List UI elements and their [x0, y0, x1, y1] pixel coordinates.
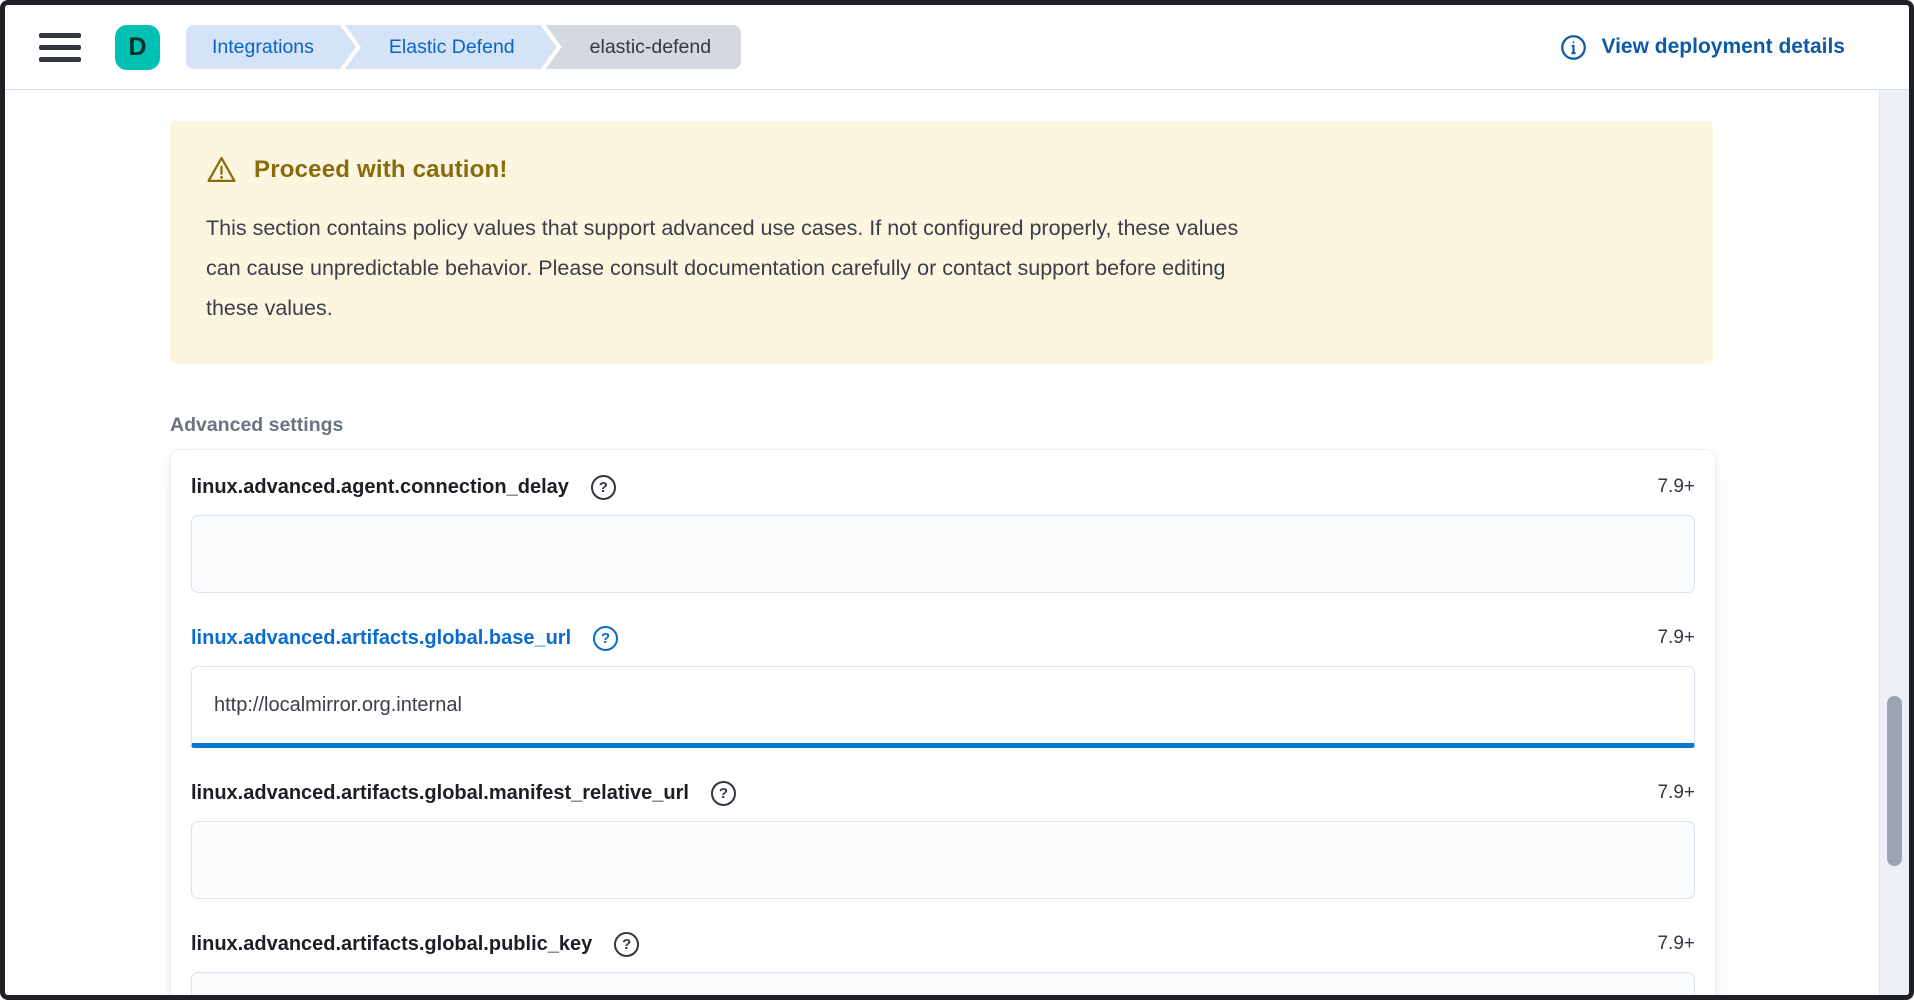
advanced-settings-heading: Advanced settings	[170, 414, 1845, 437]
warning-callout-line: can cause unpredictable behavior. Please…	[206, 248, 1673, 288]
setting-row-public-key: linux.advanced.artifacts.global.public_k…	[191, 929, 1695, 995]
top-navigation-bar: D Integrations Elastic Defend elastic-de…	[5, 5, 1909, 90]
view-deployment-details-link[interactable]: View deployment details	[1560, 34, 1845, 61]
warning-callout-title: Proceed with caution!	[254, 156, 508, 184]
warning-callout-line: This section contains policy values that…	[206, 208, 1673, 248]
deployment-avatar[interactable]: D	[115, 25, 160, 70]
setting-version-badge: 7.9+	[1657, 476, 1695, 498]
menu-icon[interactable]	[39, 33, 81, 62]
setting-row-base-url: linux.advanced.artifacts.global.base_url…	[191, 623, 1695, 748]
scrollbar-thumb[interactable]	[1887, 696, 1902, 866]
scrollbar-track[interactable]	[1879, 90, 1909, 995]
warning-callout-header: Proceed with caution!	[206, 155, 1673, 184]
setting-value-input[interactable]	[191, 515, 1695, 593]
warning-callout: Proceed with caution! This section conta…	[170, 121, 1713, 364]
setting-name-label: linux.advanced.artifacts.global.public_k…	[191, 933, 592, 956]
warning-callout-line: these values.	[206, 288, 1673, 328]
setting-row-header: linux.advanced.artifacts.global.base_url…	[191, 623, 1695, 653]
setting-name-label: linux.advanced.agent.connection_delay	[191, 476, 569, 499]
breadcrumb: Integrations Elastic Defend elastic-defe…	[186, 25, 741, 69]
setting-row-manifest-relative-url: linux.advanced.artifacts.global.manifest…	[191, 778, 1695, 899]
setting-version-badge: 7.9+	[1657, 933, 1695, 955]
view-deployment-details-label: View deployment details	[1601, 35, 1845, 59]
page-content: Proceed with caution! This section conta…	[5, 90, 1909, 995]
breadcrumb-integrations[interactable]: Integrations	[186, 25, 356, 69]
info-icon	[1560, 34, 1587, 61]
setting-row-connection-delay: linux.advanced.agent.connection_delay ? …	[191, 472, 1695, 593]
setting-row-header: linux.advanced.artifacts.global.manifest…	[191, 778, 1695, 808]
question-mark-icon[interactable]: ?	[593, 626, 618, 651]
setting-value-input[interactable]	[191, 972, 1695, 995]
question-mark-icon[interactable]: ?	[711, 781, 736, 806]
breadcrumb-elastic-defend[interactable]: Elastic Defend	[345, 25, 557, 69]
question-mark-icon[interactable]: ?	[614, 932, 639, 957]
setting-value-input[interactable]	[191, 666, 1695, 748]
setting-version-badge: 7.9+	[1657, 627, 1695, 649]
policy-advanced-settings: Proceed with caution! This section conta…	[5, 90, 1909, 995]
warning-callout-body: This section contains policy values that…	[206, 208, 1673, 328]
app-window: D Integrations Elastic Defend elastic-de…	[0, 0, 1914, 1000]
setting-version-badge: 7.9+	[1657, 782, 1695, 804]
advanced-settings-panel: linux.advanced.agent.connection_delay ? …	[170, 449, 1716, 995]
setting-name-label: linux.advanced.artifacts.global.base_url	[191, 627, 571, 650]
warning-triangle-icon	[206, 155, 237, 184]
setting-name-label: linux.advanced.artifacts.global.manifest…	[191, 782, 689, 805]
breadcrumb-current-policy: elastic-defend	[546, 25, 741, 69]
setting-row-header: linux.advanced.artifacts.global.public_k…	[191, 929, 1695, 959]
setting-value-input[interactable]	[191, 821, 1695, 899]
question-mark-icon[interactable]: ?	[591, 475, 616, 500]
setting-row-header: linux.advanced.agent.connection_delay ? …	[191, 472, 1695, 502]
